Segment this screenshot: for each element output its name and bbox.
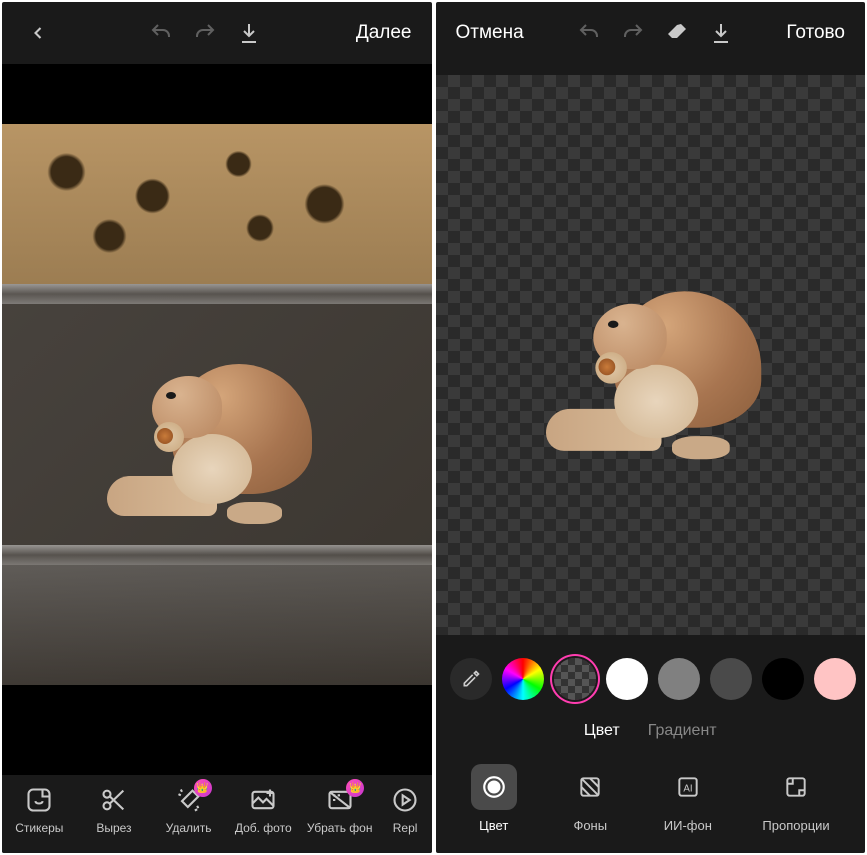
- redo-button[interactable]: [183, 11, 227, 55]
- bgtool-label: ИИ-фон: [664, 818, 712, 833]
- tool-remove[interactable]: 👑 Удалить: [158, 785, 220, 835]
- bgtool-aibg[interactable]: AI ИИ-фон: [664, 764, 712, 833]
- download-icon: [709, 21, 733, 45]
- color-mode-tabs: Цвет Градиент: [436, 712, 866, 750]
- bg-bottom-toolbar: Цвет Фоны AI ИИ-фон Пропорции: [436, 750, 866, 853]
- tab-gradient[interactable]: Градиент: [648, 722, 717, 740]
- premium-badge: 👑: [194, 779, 212, 797]
- swatch-black[interactable]: [762, 658, 804, 700]
- tool-cut[interactable]: Вырез: [83, 785, 145, 835]
- replace-icon: [390, 785, 420, 815]
- glass-shelf: [2, 545, 432, 565]
- premium-badge: 👑: [346, 779, 364, 797]
- hamster-cutout[interactable]: [540, 281, 761, 460]
- tab-color[interactable]: Цвет: [584, 722, 620, 740]
- undo-icon: [577, 21, 601, 45]
- cancel-button[interactable]: Отмена: [450, 22, 530, 44]
- glass-shelf: [2, 284, 432, 304]
- topbar-bg: Отмена Готово: [436, 2, 866, 64]
- topbar-main: Далее: [2, 2, 432, 64]
- leopard-object: [2, 124, 432, 284]
- swatch-white[interactable]: [606, 658, 648, 700]
- bgtool-label: Фоны: [573, 818, 607, 833]
- undo-button[interactable]: [139, 11, 183, 55]
- tool-label: Удалить: [166, 821, 212, 835]
- photo-content: [2, 124, 432, 685]
- back-button[interactable]: [16, 11, 60, 55]
- editor-screen-main: Далее Стикеры Вырез 👑 Удалить Д: [2, 2, 432, 853]
- done-button[interactable]: Готово: [780, 22, 851, 44]
- canvas-main[interactable]: [2, 64, 432, 775]
- bgtool-backgrounds[interactable]: Фоны: [567, 764, 613, 833]
- color-swatch-row: [436, 646, 866, 712]
- tool-label: Убрать фон: [307, 821, 373, 835]
- tool-addphoto[interactable]: Доб. фото: [232, 785, 294, 835]
- bgtool-ratio[interactable]: Пропорции: [762, 764, 829, 833]
- swatch-darkgray[interactable]: [710, 658, 752, 700]
- tool-removebg[interactable]: 👑 Убрать фон: [307, 785, 373, 835]
- redo-icon: [193, 21, 217, 45]
- download-button[interactable]: [227, 11, 271, 55]
- swatch-transparent[interactable]: [554, 658, 596, 700]
- eraser-button[interactable]: [655, 11, 699, 55]
- next-button[interactable]: Далее: [350, 22, 418, 44]
- color-picker-button[interactable]: [502, 658, 544, 700]
- undo-icon: [149, 21, 173, 45]
- redo-button[interactable]: [611, 11, 655, 55]
- eyedropper-icon: [461, 669, 481, 689]
- eyedropper-button[interactable]: [450, 658, 492, 700]
- tool-label: Вырез: [96, 821, 131, 835]
- color-circle-icon: [471, 764, 517, 810]
- sticker-icon: [24, 785, 54, 815]
- tool-stickers[interactable]: Стикеры: [8, 785, 70, 835]
- download-button[interactable]: [699, 11, 743, 55]
- tool-label: Доб. фото: [235, 821, 292, 835]
- add-photo-icon: [248, 785, 278, 815]
- transparent-canvas: [436, 75, 866, 635]
- hamster-figurine: [102, 354, 312, 524]
- bgtool-label: Пропорции: [762, 818, 829, 833]
- bottom-toolbar: Стикеры Вырез 👑 Удалить Доб. фото 👑 Убра…: [2, 775, 432, 853]
- redo-icon: [621, 21, 645, 45]
- tool-label: Repl: [393, 821, 418, 835]
- eraser-icon: [665, 21, 689, 45]
- scissors-icon: [99, 785, 129, 815]
- editor-screen-bg: Отмена Готово: [436, 2, 866, 853]
- ratio-icon: [773, 764, 819, 810]
- swatch-pink[interactable]: [814, 658, 856, 700]
- svg-text:AI: AI: [683, 783, 692, 794]
- download-icon: [237, 21, 261, 45]
- tool-replace[interactable]: Repl: [385, 785, 425, 835]
- undo-button[interactable]: [567, 11, 611, 55]
- ai-icon: AI: [665, 764, 711, 810]
- chevron-left-icon: [28, 23, 48, 43]
- pattern-icon: [567, 764, 613, 810]
- bgtool-color[interactable]: Цвет: [471, 764, 517, 833]
- bgtool-label: Цвет: [479, 818, 508, 833]
- shelf-reflection: [2, 565, 432, 685]
- canvas-bg[interactable]: [436, 64, 866, 646]
- swatch-gray[interactable]: [658, 658, 700, 700]
- tool-label: Стикеры: [15, 821, 63, 835]
